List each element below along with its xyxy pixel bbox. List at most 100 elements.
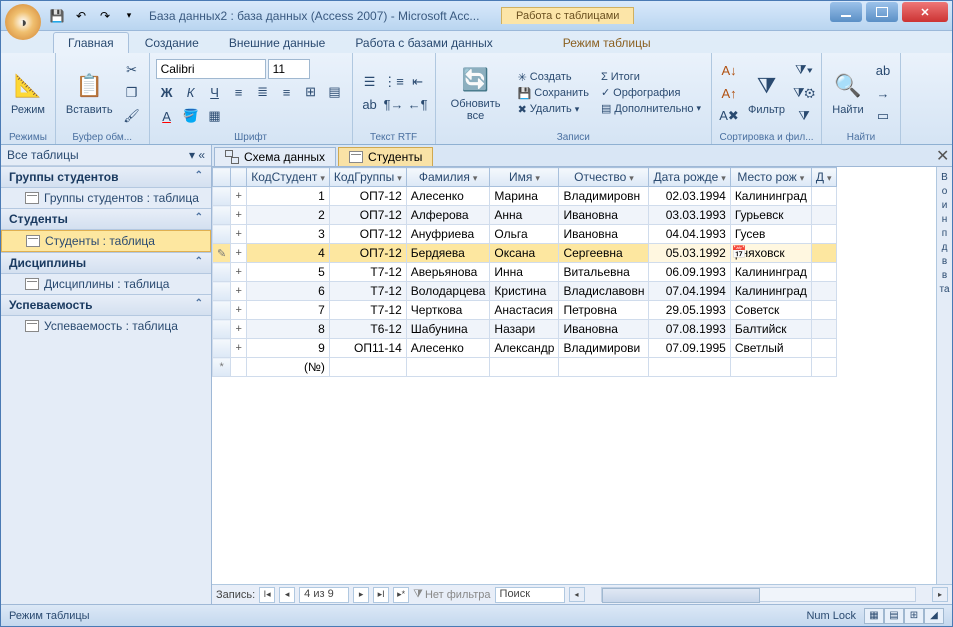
close-button[interactable] [902, 2, 948, 22]
redo-icon[interactable]: ↷ [95, 6, 115, 26]
numbering-icon[interactable]: ⋮≡ [383, 71, 405, 93]
fill-color-icon[interactable]: 🪣 [180, 105, 202, 127]
tab-dbtools[interactable]: Работа с базами данных [341, 33, 506, 53]
grid-color-icon[interactable]: ▦ [204, 105, 226, 127]
scroll-right-button[interactable]: ▸ [932, 587, 948, 602]
column-header[interactable]: КодСтудент▾ [247, 168, 330, 187]
column-header[interactable]: Имя▾ [490, 168, 559, 187]
column-header[interactable]: КодГруппы▾ [329, 168, 406, 187]
table-row[interactable]: + 9ОП11-14АлесенкоАлександрВладимирови 0… [213, 339, 837, 358]
prev-record-button[interactable]: ◂ [279, 587, 295, 603]
pivottable-view-button[interactable]: ▤ [884, 608, 904, 624]
first-record-button[interactable]: І◂ [259, 587, 275, 603]
filter-button[interactable]: ⧩ Фильтр [744, 68, 789, 118]
save-icon[interactable]: 💾 [47, 6, 67, 26]
align-right-icon[interactable]: ≡ [276, 81, 298, 103]
nav-item[interactable]: Успеваемость : таблица [1, 316, 211, 336]
font-size-combo[interactable]: 11 [268, 59, 310, 79]
select-icon[interactable]: ▭ [872, 105, 894, 127]
bullets-icon[interactable]: ☰ [359, 71, 381, 93]
goto-icon[interactable]: → [872, 82, 894, 104]
tab-datasheet[interactable]: Режим таблицы [549, 33, 665, 53]
column-header[interactable]: Д▾ [811, 168, 836, 187]
table-row[interactable]: ✎+ 4ОП7-12БердяеваОксанаСергеевна 05.03.… [213, 244, 837, 263]
view-button[interactable]: 📐 Режим [7, 68, 49, 118]
maximize-button[interactable] [866, 2, 898, 22]
qat-dropdown-icon[interactable]: ▾ [119, 6, 139, 26]
tab-home[interactable]: Главная [53, 32, 129, 53]
tab-create[interactable]: Создание [131, 33, 213, 53]
record-position-input[interactable]: 4 из 9 [299, 587, 349, 603]
table-row[interactable]: + 3ОП7-12АнуфриеваОльгаИвановна 04.04.19… [213, 225, 837, 244]
table-row[interactable]: + 1ОП7-12АлесенкоМаринаВладимировн 02.03… [213, 187, 837, 206]
copy-icon[interactable]: ❐ [121, 82, 143, 104]
font-name-combo[interactable]: Calibri [156, 59, 266, 79]
align-center-icon[interactable]: ≣ [252, 81, 274, 103]
pivotchart-view-button[interactable]: ⊞ [904, 608, 924, 624]
replace-icon[interactable]: ab [872, 59, 894, 81]
advanced-filter-icon[interactable]: ⧩⚙ [793, 82, 815, 104]
nav-category[interactable]: Студенты⌃ [1, 208, 211, 230]
cut-icon[interactable]: ✂ [121, 59, 143, 81]
sort-desc-icon[interactable]: A↑ [718, 82, 740, 104]
table-row[interactable]: + 7Т7-12ЧертковаАнастасияПетровна 29.05.… [213, 301, 837, 320]
spelling-button[interactable]: ✓Орфография [597, 85, 705, 100]
table-row[interactable]: + 2ОП7-12АлфероваАннаИвановна 03.03.1993… [213, 206, 837, 225]
horizontal-scrollbar[interactable] [601, 587, 916, 602]
data-table[interactable]: КодСтудент▾КодГруппы▾Фамилия▾Имя▾Отчеств… [212, 167, 837, 377]
nav-item[interactable]: Студенты : таблица [1, 230, 211, 252]
close-tab-button[interactable]: ✕ [936, 146, 952, 166]
altrow-icon[interactable]: ▤ [324, 81, 346, 103]
search-input[interactable]: Поиск [495, 587, 565, 603]
align-left-icon[interactable]: ≡ [228, 81, 250, 103]
column-header[interactable]: Место рож▾ [730, 168, 811, 187]
nav-dropdown-icon[interactable]: ▾ « [189, 148, 205, 162]
new-record-nav-button[interactable]: ▸* [393, 587, 409, 603]
format-painter-icon[interactable]: 🖌 [121, 105, 143, 127]
nav-category[interactable]: Успеваемость⌃ [1, 294, 211, 316]
minimize-button[interactable] [830, 2, 862, 22]
tab-students[interactable]: Студенты [338, 147, 433, 166]
tab-external[interactable]: Внешние данные [215, 33, 340, 53]
highlight-icon[interactable]: ab [359, 94, 381, 116]
font-color-icon[interactable]: А [156, 105, 178, 127]
selection-filter-icon[interactable]: ⧩▾ [793, 59, 815, 81]
table-row[interactable]: + 5Т7-12АверьяноваИннаВитальевна 06.09.1… [213, 263, 837, 282]
undo-icon[interactable]: ↶ [71, 6, 91, 26]
italic-icon[interactable]: К [180, 81, 202, 103]
find-button[interactable]: 🔍 Найти [828, 68, 868, 118]
indent-dec-icon[interactable]: ⇤ [407, 71, 429, 93]
datasheet-view-button[interactable]: ▦ [864, 608, 884, 624]
design-view-button[interactable]: ◢ [924, 608, 944, 624]
new-row[interactable]: *(№) [213, 358, 837, 377]
column-header[interactable]: Отчество▾ [559, 168, 649, 187]
column-header[interactable]: Дата рожде▾ [649, 168, 730, 187]
nav-header[interactable]: Все таблицы ▾ « [1, 145, 211, 166]
underline-icon[interactable]: Ч [204, 81, 226, 103]
nav-category[interactable]: Группы студентов⌃ [1, 166, 211, 188]
nav-item[interactable]: Группы студентов : таблица [1, 188, 211, 208]
sort-asc-icon[interactable]: A↓ [718, 59, 740, 81]
ltr-icon[interactable]: ¶→ [383, 94, 405, 116]
totals-button[interactable]: ΣИтоги [597, 70, 705, 84]
rtl-icon[interactable]: ←¶ [407, 94, 429, 116]
last-record-button[interactable]: ▸І [373, 587, 389, 603]
nav-item[interactable]: Дисциплины : таблица [1, 274, 211, 294]
office-button[interactable]: ◑ [5, 4, 41, 40]
date-picker-icon[interactable]: 📅 [732, 245, 747, 259]
paste-button[interactable]: 📋 Вставить [62, 68, 117, 118]
next-record-button[interactable]: ▸ [353, 587, 369, 603]
nav-category[interactable]: Дисциплины⌃ [1, 252, 211, 274]
column-header[interactable]: Фамилия▾ [406, 168, 490, 187]
scroll-left-button[interactable]: ◂ [569, 587, 585, 602]
more-button[interactable]: ▤Дополнительно▾ [597, 101, 705, 116]
gridlines-icon[interactable]: ⊞ [300, 81, 322, 103]
bold-icon[interactable]: Ж [156, 81, 178, 103]
tab-schema[interactable]: Схема данных [214, 147, 336, 166]
refresh-button[interactable]: 🔄 Обновить все [442, 62, 510, 124]
table-row[interactable]: + 6Т7-12ВолодарцеваКристинаВладиславовн … [213, 282, 837, 301]
table-row[interactable]: + 8Т6-12ШабунинаНазариИвановна 07.08.199… [213, 320, 837, 339]
new-record-button[interactable]: ✳Создать [514, 70, 593, 85]
save-record-button[interactable]: 💾Сохранить [514, 86, 593, 101]
delete-record-button[interactable]: ✖Удалить▾ [514, 102, 593, 117]
